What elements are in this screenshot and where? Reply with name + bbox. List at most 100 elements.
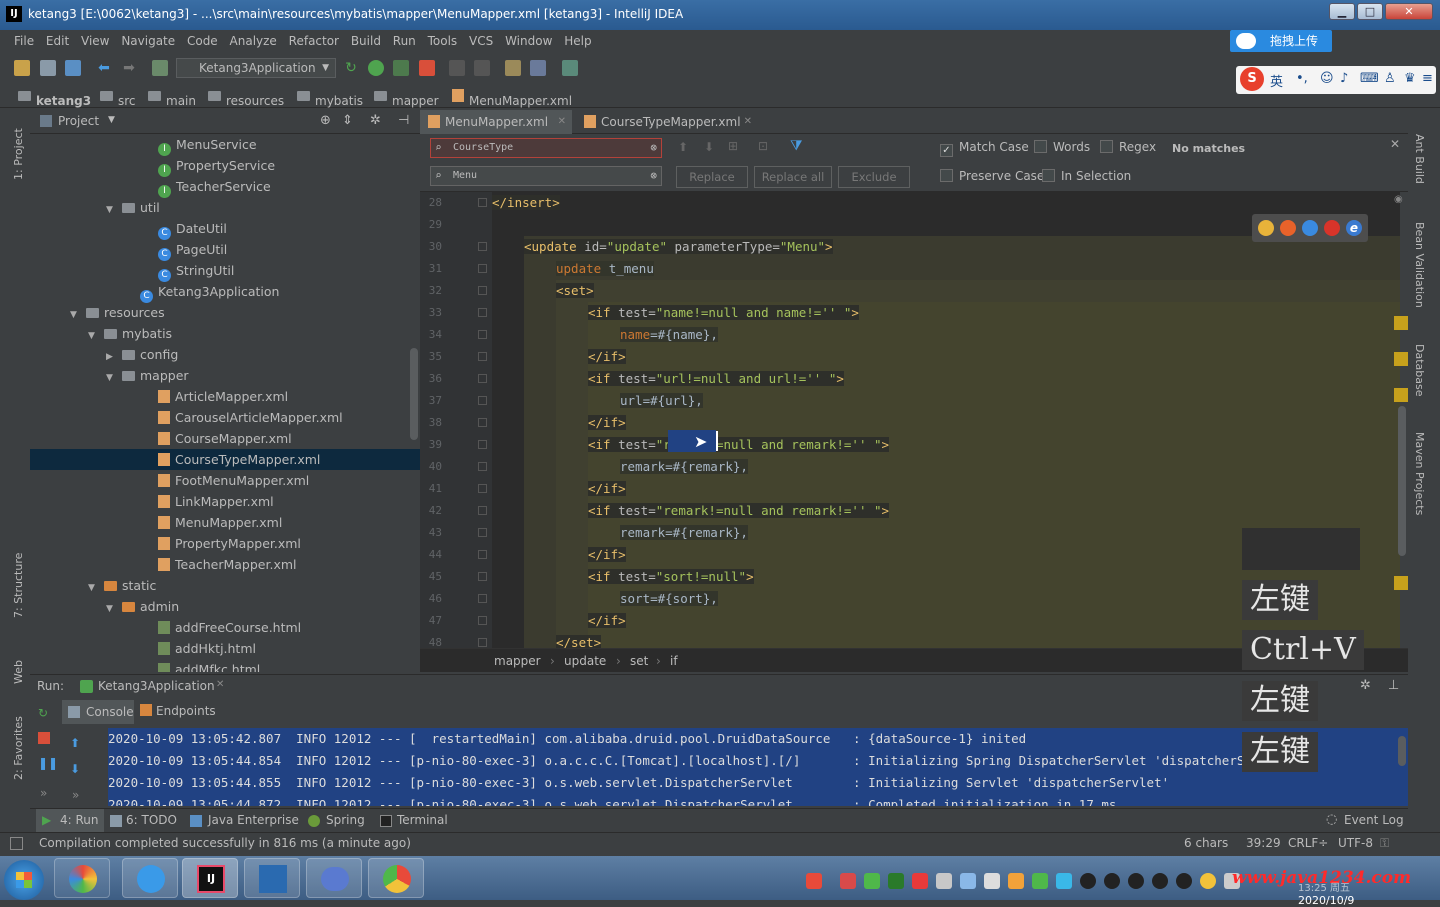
breadcrumb-item[interactable]: ketang3 — [18, 89, 91, 108]
nvidia-icon[interactable] — [888, 873, 904, 889]
web-tool-button[interactable]: Web — [12, 660, 25, 684]
fold-marker-icon[interactable] — [478, 198, 487, 207]
hide-icon[interactable]: ⊥ — [1388, 678, 1399, 693]
fold-marker-icon[interactable] — [478, 638, 487, 647]
menu-run[interactable]: Run — [389, 30, 420, 52]
ie-icon[interactable]: e — [1346, 220, 1362, 236]
menu-edit[interactable]: Edit — [42, 30, 73, 52]
tree-node[interactable]: C StringUtil — [30, 260, 420, 282]
fold-marker-icon[interactable] — [478, 594, 487, 603]
menu-icon[interactable]: ≡ — [1422, 71, 1433, 86]
ant-build-tool-button[interactable]: Ant Build — [1413, 134, 1426, 184]
taskbar-app-360[interactable] — [54, 858, 110, 898]
menu-navigate[interactable]: Navigate — [117, 30, 179, 52]
endpoints-tab[interactable]: Endpoints — [156, 704, 216, 718]
maven-projects-tool-button[interactable]: Maven Projects — [1413, 432, 1426, 515]
console-output[interactable]: 2020-10-09 13:05:42.807 INFO 12012 --- [… — [108, 728, 1408, 806]
tree-node[interactable]: ▼ static — [30, 575, 420, 596]
tab-todo[interactable]: 6: TODO — [126, 813, 177, 827]
clear-icon[interactable]: ⊗ — [650, 139, 657, 157]
tree-node[interactable]: I PropertyService — [30, 155, 420, 177]
more-icon[interactable]: » — [40, 786, 47, 800]
taskbar-app-browser[interactable] — [122, 858, 178, 898]
settings-icon[interactable] — [505, 60, 521, 76]
tree-node[interactable]: I MenuService — [30, 134, 420, 156]
fold-marker-icon[interactable] — [478, 352, 487, 361]
tree-node[interactable]: CourseTypeMapper.xml — [30, 449, 420, 470]
opera-icon[interactable] — [1324, 220, 1340, 236]
sogou-logo[interactable]: S — [1240, 67, 1264, 91]
tray-icon[interactable] — [984, 873, 1000, 889]
project-tool-button[interactable]: 1: Project — [12, 128, 25, 180]
breadcrumb-item[interactable]: MenuMapper.xml — [452, 89, 572, 108]
back-icon[interactable]: ⬅ — [96, 60, 112, 76]
run-config-select[interactable]: Ketang3Application ▼ — [176, 58, 336, 78]
replace-input[interactable]: ⌕ Menu ⊗ — [430, 166, 662, 186]
tree-node[interactable]: ▼ util — [30, 197, 420, 218]
chevron-down-icon[interactable]: ▼ — [108, 115, 115, 125]
more-icon[interactable]: » — [72, 788, 79, 802]
tree-node[interactable]: C Ketang3Application — [30, 281, 420, 303]
fold-marker-icon[interactable] — [478, 242, 487, 251]
wechat-icon[interactable] — [1032, 873, 1048, 889]
chrome-icon[interactable] — [1258, 220, 1274, 236]
taskbar-app-intellij[interactable]: IJ — [182, 858, 238, 898]
menu-file[interactable]: File — [10, 30, 38, 52]
gear-icon[interactable]: ✲ — [1360, 678, 1371, 693]
search-input[interactable]: ⌕ CourseType ⊗ — [430, 138, 662, 158]
previous-occurrence-icon[interactable]: ⬆ — [678, 140, 688, 154]
keyboard-icon[interactable]: ⌨ — [1360, 71, 1379, 86]
qq-icon[interactable] — [1176, 873, 1192, 889]
lock-icon[interactable]: ⚿ — [1380, 836, 1389, 851]
minimize-button[interactable]: ▁ — [1329, 3, 1355, 20]
tab-java-enterprise[interactable]: Java Enterprise — [208, 813, 299, 827]
close-icon[interactable]: ✕ — [744, 110, 752, 134]
qq-icon[interactable] — [1152, 873, 1168, 889]
menu-analyze[interactable]: Analyze — [226, 30, 281, 52]
tree-node[interactable]: addHktj.html — [30, 638, 420, 659]
status-position[interactable]: 39:29 — [1246, 836, 1281, 850]
tray-icon[interactable] — [840, 873, 856, 889]
code-crumb-update[interactable]: update — [564, 654, 606, 668]
rerun-icon[interactable]: ↻ — [38, 706, 48, 720]
tree-node[interactable]: ▶ config — [30, 344, 420, 365]
structure-tool-button[interactable]: 7: Structure — [12, 553, 25, 618]
regex-checkbox[interactable]: Regex — [1100, 140, 1156, 154]
terminal-icon[interactable] — [562, 60, 578, 76]
save-icon[interactable] — [40, 60, 56, 76]
up-icon[interactable]: ⬆ — [70, 736, 80, 750]
menu-vcs[interactable]: VCS — [465, 30, 497, 52]
stop-icon[interactable] — [38, 732, 50, 744]
fold-marker-icon[interactable] — [478, 528, 487, 537]
ime-lang[interactable]: 英 — [1270, 71, 1283, 90]
in-selection-checkbox[interactable]: In Selection — [1042, 169, 1131, 183]
tree-node[interactable]: ▼ admin — [30, 596, 420, 617]
tab-terminal[interactable]: Terminal — [397, 813, 448, 827]
menu-window[interactable]: Window — [501, 30, 556, 52]
words-checkbox[interactable]: Words — [1034, 140, 1090, 154]
menu-refactor[interactable]: Refactor — [285, 30, 343, 52]
fold-marker-icon[interactable] — [478, 506, 487, 515]
scroll-marker[interactable] — [1394, 388, 1408, 402]
tree-node[interactable]: C PageUtil — [30, 239, 420, 261]
tree-node[interactable]: ▼ resources — [30, 302, 420, 323]
close-icon[interactable]: ✕ — [1390, 137, 1400, 151]
maximize-button[interactable]: □ — [1357, 3, 1383, 20]
exclude-button[interactable]: Exclude — [838, 166, 910, 188]
mic-icon[interactable]: ♪ — [1340, 71, 1348, 86]
start-button[interactable] — [4, 860, 44, 900]
collapse-icon[interactable]: ⇕ — [342, 113, 353, 128]
fold-marker-icon[interactable] — [478, 484, 487, 493]
sync-icon[interactable] — [65, 60, 81, 76]
user-icon[interactable]: ♙ — [1384, 71, 1396, 86]
replace-all-button[interactable]: Replace all — [754, 166, 832, 188]
commit-icon[interactable] — [474, 60, 490, 76]
menu-view[interactable]: View — [77, 30, 113, 52]
tab-coursetypemapper[interactable]: CourseTypeMapper.xml ✕ — [576, 110, 758, 134]
build-icon[interactable] — [152, 60, 168, 76]
clock[interactable]: 13:25 周五 2020/10/9 — [1298, 879, 1354, 907]
tray-icon[interactable] — [912, 873, 928, 889]
project-structure-icon[interactable] — [530, 60, 546, 76]
menu-code[interactable]: Code — [183, 30, 222, 52]
find-all-icon[interactable]: ⊞ — [728, 139, 738, 153]
